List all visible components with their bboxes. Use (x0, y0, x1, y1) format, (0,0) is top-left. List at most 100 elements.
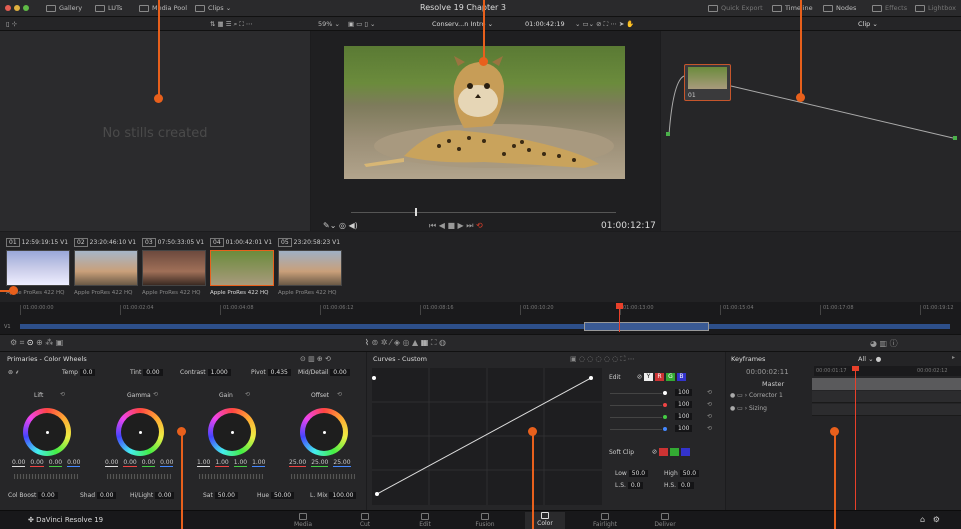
minimize-window-button[interactable] (14, 5, 20, 11)
curve-slider[interactable] (610, 429, 662, 430)
channel-buttons[interactable]: ⊘ YRGB (637, 373, 688, 381)
wheel-value[interactable]: 25.00 (333, 459, 351, 467)
reset-icon[interactable]: ⟲ (707, 425, 712, 432)
wheel-center-handle[interactable] (323, 431, 326, 434)
reset-icon[interactable]: ⟲ (245, 391, 250, 398)
center-palette-icons[interactable]: ⌇ ⊚ ✲ ⁄ ◈ ◎ ▲ ▦ ⛶ ◍ (365, 338, 446, 348)
ls-control[interactable]: L.S. 0.0 (615, 482, 644, 489)
viewer-scrubber[interactable] (351, 212, 616, 213)
curve-slider[interactable] (610, 405, 662, 406)
corrector-track[interactable] (812, 391, 961, 403)
viewer-scrubber-handle[interactable] (415, 208, 417, 216)
wheel-value[interactable]: 1.00 (197, 459, 211, 467)
highlights-control[interactable]: Hi/Light 0.00 (130, 492, 175, 499)
zoom-window-button[interactable] (23, 5, 29, 11)
curve-graph[interactable] (372, 368, 602, 505)
page-cut-button[interactable]: Cut (345, 513, 385, 528)
clips-button[interactable]: Clips ⌄ (195, 4, 231, 12)
curve-slider[interactable] (610, 393, 662, 394)
keyframes-filter[interactable]: All ⌄ ● (858, 355, 881, 363)
current-clip-segment[interactable] (584, 322, 709, 331)
transport-controls[interactable]: ⏮ ◀ ■ ▶ ⏭ ⟲ (429, 221, 483, 231)
wheel-value[interactable]: 0.00 (123, 459, 137, 467)
nodes-button[interactable]: Nodes (823, 4, 856, 12)
page-fusion-button[interactable]: Fusion (465, 513, 505, 528)
wheel-value[interactable]: 1.00 (233, 459, 248, 467)
gallery-button[interactable]: Gallery (46, 4, 82, 12)
home-settings-icons[interactable]: ⌂ ⚙ (920, 515, 940, 524)
master-wheel-slider[interactable] (199, 474, 263, 479)
timeline-track-v1[interactable] (20, 324, 950, 329)
view-options-icons[interactable]: ⇅ ▦ ☰ ⌕ ⛶ ⋯ (210, 20, 252, 29)
wheel-value[interactable]: 1.00 (252, 459, 266, 467)
media-pool-button[interactable]: Media Pool (139, 4, 187, 12)
softclip-channels[interactable]: ⊘ (652, 448, 692, 456)
effects-button[interactable]: Effects (872, 4, 907, 12)
wheel-value[interactable]: 1.00 (215, 459, 229, 467)
reset-icon[interactable]: ⟲ (153, 391, 158, 398)
master-track[interactable] (812, 378, 961, 390)
wheel-value[interactable]: 0.00 (141, 459, 156, 467)
shadows-control[interactable]: Shad 0.00 (80, 492, 117, 499)
left-palette-icons[interactable]: ⚙ ⌗ ⊙ ⊕ ⁂ ▣ (10, 338, 63, 348)
clip-thumbnail[interactable] (142, 250, 206, 286)
wheel-value[interactable]: 25.00 (289, 459, 307, 467)
pivot-control[interactable]: Pivot 0.435 (251, 369, 291, 376)
keyframes-expand-icon[interactable]: ▸ (952, 354, 955, 361)
curve-value-field[interactable]: 100 (675, 413, 693, 420)
middetail-control[interactable]: Mid/Detail 0.00 (298, 369, 350, 376)
reset-icon[interactable]: ⟲ (60, 391, 65, 398)
quick-export-button[interactable]: Quick Export (708, 4, 763, 12)
low-control[interactable]: Low 50.0 (615, 470, 649, 477)
wheel-value[interactable]: 0.00 (105, 459, 119, 467)
viewer-tools-icons[interactable]: ⌄ ▭⌄ ⊘ ⛶ ⋯ ➤ ✋ (575, 20, 634, 29)
viewer-mode-icons[interactable]: ▣ ▭ ▯ ⌄ (348, 20, 376, 28)
sizing-track[interactable] (812, 404, 961, 416)
page-deliver-button[interactable]: Deliver (645, 513, 685, 528)
reset-icon[interactable]: ⟲ (707, 401, 712, 408)
wheel-value[interactable]: 0.00 (30, 459, 44, 467)
primaries-mode-icons[interactable]: ⊚ ⸙ (8, 368, 19, 376)
wheel-values[interactable]: 0.00 0.00 0.00 0.00 (105, 459, 178, 467)
curve-value-field[interactable]: 100 (675, 401, 693, 408)
wheel-value[interactable]: 0.00 (48, 459, 63, 467)
clip-thumbnail[interactable] (74, 250, 138, 286)
zoom-select[interactable]: 59% ⌄ (318, 20, 340, 28)
playhead-handle[interactable] (616, 303, 623, 309)
luts-button[interactable]: LUTs (95, 4, 122, 12)
master-wheel-slider[interactable] (14, 474, 78, 479)
curve-value-field[interactable]: 100 (675, 425, 693, 432)
reset-icon[interactable]: ⟲ (707, 389, 712, 396)
timeline-button[interactable]: Timeline (772, 4, 813, 12)
clip-thumbnail[interactable] (210, 250, 274, 286)
keyframe-row-corrector[interactable]: ● ▭ › Corrector 1 (730, 392, 783, 399)
keyframes-ruler[interactable]: 00:00:01:17 00:00:02:12 (814, 366, 961, 376)
page-fairlight-button[interactable]: Fairlight (585, 513, 625, 528)
clip-thumbnail[interactable] (278, 250, 342, 286)
reset-icon[interactable]: ⟲ (337, 391, 342, 398)
close-window-button[interactable] (5, 5, 11, 11)
high-control[interactable]: High 50.0 (664, 470, 700, 477)
wheel-value[interactable]: 0.00 (160, 459, 174, 467)
clip-thumbnail[interactable] (6, 250, 70, 286)
keyframe-row-sizing[interactable]: ● ▭ › Sizing (730, 405, 767, 412)
hs-control[interactable]: H.S. 0.0 (664, 482, 694, 489)
curve-value-field[interactable]: 100 (675, 389, 693, 396)
wheel-center-handle[interactable] (139, 431, 142, 434)
tint-control[interactable]: Tint 0.00 (130, 369, 163, 376)
viewer-tools[interactable]: ✎⌄ ◎ ◀) (323, 221, 358, 230)
wheel-value[interactable]: 25.00 (311, 459, 329, 467)
keyframe-playhead[interactable] (855, 366, 856, 510)
contrast-control[interactable]: Contrast 1.000 (180, 369, 231, 376)
wheel-values[interactable]: 0.00 0.00 0.00 0.00 (12, 459, 85, 467)
wheel-center-handle[interactable] (231, 431, 234, 434)
curve-slider[interactable] (610, 417, 662, 418)
wheel-values[interactable]: 1.00 1.00 1.00 1.00 (197, 459, 270, 467)
hue-control[interactable]: Hue 50.00 (257, 492, 295, 499)
temp-control[interactable]: Temp 0.0 (62, 369, 96, 376)
saturation-control[interactable]: Sat 50.00 (203, 492, 238, 499)
wheel-value[interactable]: 0.00 (12, 459, 26, 467)
page-media-button[interactable]: Media (283, 513, 323, 528)
lummix-control[interactable]: L. Mix 100.00 (310, 492, 357, 499)
keyframe-playhead-handle[interactable] (852, 366, 859, 371)
